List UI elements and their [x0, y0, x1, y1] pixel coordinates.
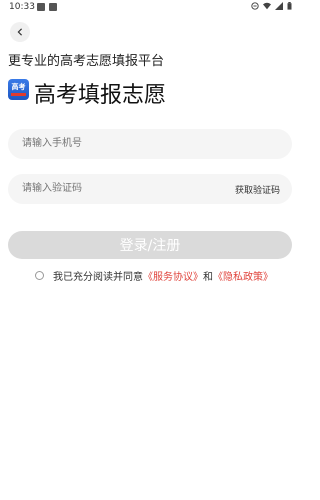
back-chevron-icon: [17, 28, 23, 36]
agreement-and: 和: [203, 272, 213, 283]
system-icons: [251, 2, 292, 10]
logo-text: 高考: [11, 82, 26, 91]
back-button[interactable]: [10, 22, 30, 42]
login-register-button[interactable]: 登录/注册: [8, 231, 292, 259]
code-input[interactable]: [20, 182, 214, 195]
get-code-button[interactable]: 获取验证码: [235, 183, 280, 196]
page-title: 高考填报志愿: [34, 83, 167, 108]
phone-input[interactable]: [20, 137, 214, 150]
image-notification-icon: [37, 3, 45, 11]
agreement-row: 我已充分阅读并同意 《服务协议》 和 《隐私政策》: [35, 268, 273, 283]
agreement-checkbox[interactable]: [35, 271, 44, 280]
page-subtitle: 更专业的高考志愿填报平台: [8, 54, 165, 69]
code-field[interactable]: 获取验证码: [8, 174, 292, 204]
battery-icon: [287, 2, 292, 10]
signal-icon: [275, 2, 283, 10]
status-time: 10:33: [9, 2, 35, 12]
privacy-policy-link[interactable]: 《隐私政策》: [213, 268, 273, 283]
phone-field[interactable]: [8, 129, 292, 159]
app-logo: 高考: [8, 79, 29, 100]
status-bar: 10:33: [0, 0, 300, 16]
app-notification-icon: [49, 3, 57, 11]
service-agreement-link[interactable]: 《服务协议》: [143, 268, 203, 283]
logo-ribbon: [11, 92, 26, 96]
notification-icons: [37, 3, 57, 11]
wifi-icon: [263, 2, 271, 10]
dnd-icon: [251, 2, 259, 10]
agreement-prefix: 我已充分阅读并同意: [53, 272, 143, 283]
